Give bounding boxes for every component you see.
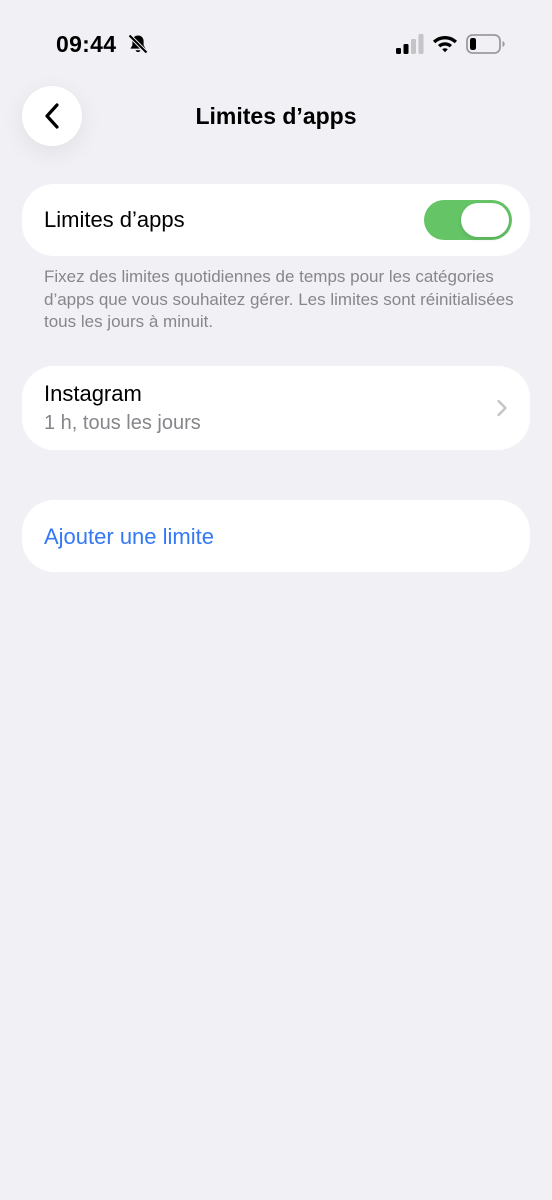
add-limit-label: Ajouter une limite — [44, 524, 214, 549]
cellular-signal-icon — [396, 34, 424, 54]
status-time: 09:44 — [56, 31, 117, 57]
add-limit-button[interactable]: Ajouter une limite — [22, 500, 530, 572]
chevron-right-icon — [497, 399, 507, 417]
bell-slash-icon — [128, 34, 148, 54]
page-title: Limites d’apps — [195, 103, 357, 129]
limit-detail: 1 h, tous les jours — [44, 412, 201, 434]
wifi-icon — [433, 36, 457, 53]
status-bar: 09:44 — [0, 0, 552, 88]
limit-row-instagram[interactable]: Instagram 1 h, tous les jours — [22, 366, 530, 450]
app-limits-description: Fixez des limites quotidiennes de temps … — [44, 267, 514, 331]
app-limits-toggle-label: Limites d’apps — [44, 207, 185, 232]
battery-low-icon — [466, 34, 505, 54]
limit-app-name: Instagram — [44, 381, 142, 406]
app-limits-toggle[interactable] — [424, 200, 512, 240]
app-limits-screen: 09:44 Limites d’apps Limites d’apps Fixe… — [0, 0, 552, 1200]
toggle-knob — [461, 203, 509, 237]
app-limits-toggle-row: Limites d’apps — [22, 184, 530, 256]
